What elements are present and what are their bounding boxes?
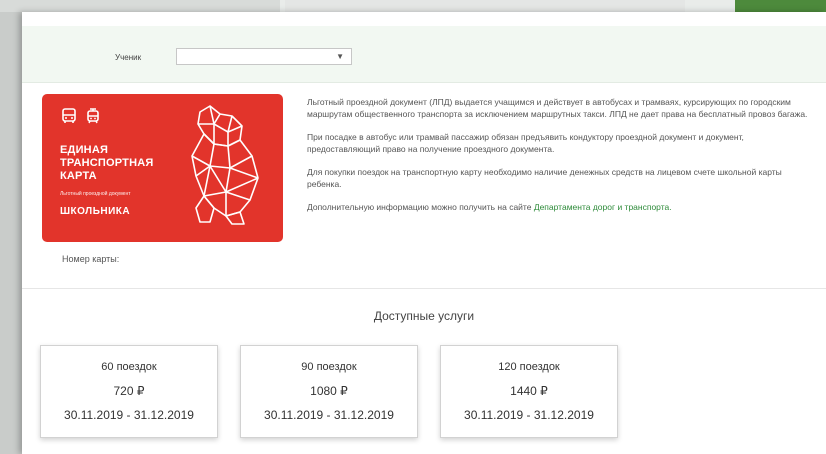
student-filter-bar: Ученик ▼ bbox=[22, 26, 826, 83]
service-dates: 30.11.2019 - 31.12.2019 bbox=[264, 408, 394, 422]
service-card-90[interactable]: 90 поездок 1080 ₽ 30.11.2019 - 31.12.201… bbox=[240, 345, 418, 438]
background-window-strip bbox=[285, 0, 685, 12]
background-window-strip-green bbox=[735, 0, 826, 12]
service-trips: 90 поездок bbox=[301, 361, 357, 373]
service-price: 1440 ₽ bbox=[510, 384, 548, 398]
transport-card-panel: Ученик ▼ ЕДИНАЯ ТРАНСПОРТНАЯ КАРТА Льгот… bbox=[22, 12, 826, 454]
tram-icon bbox=[87, 108, 99, 124]
info-paragraph: Для покупки поездок на транспортную карт… bbox=[307, 167, 782, 189]
service-dates: 30.11.2019 - 31.12.2019 bbox=[64, 408, 194, 422]
student-label: Ученик bbox=[115, 53, 142, 62]
services-title: Доступные услуги bbox=[373, 309, 475, 323]
background-window-strip bbox=[0, 0, 280, 12]
bear-logo-icon bbox=[191, 105, 259, 225]
bus-icon bbox=[62, 108, 76, 123]
card-number-label: Номер карты: bbox=[62, 254, 120, 264]
info-paragraph: Дополнительную информацию можно получить… bbox=[307, 202, 672, 212]
service-trips: 60 поездок bbox=[101, 361, 157, 373]
student-select[interactable]: ▼ bbox=[176, 48, 352, 65]
card-title: ЕДИНАЯ ТРАНСПОРТНАЯ КАРТА bbox=[60, 144, 154, 182]
service-card-120[interactable]: 120 поездок 1440 ₽ 30.11.2019 - 31.12.20… bbox=[440, 345, 618, 438]
service-price: 1080 ₽ bbox=[310, 384, 348, 398]
service-card-60[interactable]: 60 поездок 720 ₽ 30.11.2019 - 31.12.2019 bbox=[40, 345, 218, 438]
card-school-label: ШКОЛЬНИКА bbox=[60, 206, 131, 217]
info-paragraph: При посадке в автобус или трамвай пассаж… bbox=[307, 132, 744, 154]
info-paragraph: Льготный проездной документ (ЛПД) выдает… bbox=[307, 97, 808, 119]
service-price: 720 ₽ bbox=[113, 384, 145, 398]
background-window-edge bbox=[0, 12, 22, 454]
divider bbox=[22, 288, 826, 289]
transport-card-image: ЕДИНАЯ ТРАНСПОРТНАЯ КАРТА Льготный проез… bbox=[42, 94, 283, 242]
transport-department-link[interactable]: Департамента дорог и транспорта. bbox=[534, 202, 672, 212]
chevron-down-icon: ▼ bbox=[336, 52, 344, 61]
service-dates: 30.11.2019 - 31.12.2019 bbox=[464, 408, 594, 422]
info-text: Льготный проездной документ (ЛПД) выдает… bbox=[307, 96, 812, 224]
service-trips: 120 поездок bbox=[498, 361, 560, 373]
card-subtitle: Льготный проездной документ bbox=[60, 191, 131, 197]
